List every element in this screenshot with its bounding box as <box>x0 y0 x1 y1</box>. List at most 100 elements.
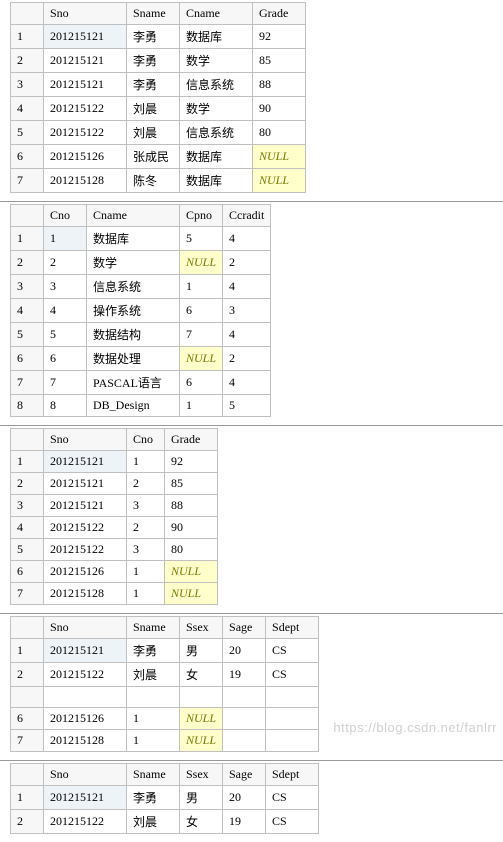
cell[interactable] <box>127 687 180 708</box>
cell[interactable]: 88 <box>253 73 306 97</box>
cell[interactable]: 7 <box>180 323 223 347</box>
cell[interactable]: 1 <box>180 275 223 299</box>
col-header[interactable]: Sname <box>127 764 180 786</box>
row-number[interactable]: 3 <box>11 73 44 97</box>
cell[interactable]: NULL <box>180 251 223 275</box>
cell[interactable]: NULL <box>253 145 306 169</box>
col-header[interactable]: Cno <box>44 205 87 227</box>
cell[interactable]: 李勇 <box>127 639 180 663</box>
col-header[interactable]: Cpno <box>180 205 223 227</box>
cell[interactable]: 2 <box>223 251 271 275</box>
row-number[interactable]: 3 <box>11 275 44 299</box>
row-number[interactable]: 6 <box>11 708 44 730</box>
row-number[interactable]: 6 <box>11 145 44 169</box>
cell[interactable]: 数学 <box>87 251 180 275</box>
cell[interactable]: 3 <box>127 495 165 517</box>
cell[interactable]: 88 <box>165 495 218 517</box>
cell[interactable]: 刘晨 <box>127 663 180 687</box>
cell[interactable]: NULL <box>180 347 223 371</box>
cell[interactable]: 201215121 <box>44 473 127 495</box>
cell[interactable]: 信息系统 <box>180 73 253 97</box>
cell[interactable]: 201215122 <box>44 663 127 687</box>
cell[interactable]: 2 <box>223 347 271 371</box>
cell[interactable]: 男 <box>180 786 223 810</box>
col-header[interactable]: Cname <box>180 3 253 25</box>
cell[interactable]: NULL <box>253 169 306 193</box>
cell[interactable] <box>223 708 266 730</box>
col-header[interactable]: Sname <box>127 617 180 639</box>
cell[interactable]: 1 <box>127 451 165 473</box>
cell[interactable]: 刘晨 <box>127 121 180 145</box>
cell[interactable]: CS <box>266 810 319 834</box>
row-number[interactable]: 1 <box>11 786 44 810</box>
col-header[interactable]: Sname <box>127 3 180 25</box>
cell[interactable] <box>223 687 266 708</box>
cell[interactable]: 6 <box>180 371 223 395</box>
row-number[interactable]: 8 <box>11 395 44 417</box>
cell[interactable]: 201215122 <box>44 97 127 121</box>
cell[interactable]: 1 <box>127 561 165 583</box>
cell[interactable]: 201215121 <box>44 451 127 473</box>
cell[interactable]: 数据处理 <box>87 347 180 371</box>
col-header[interactable]: Ccradit <box>223 205 271 227</box>
row-number[interactable]: 7 <box>11 371 44 395</box>
cell[interactable]: CS <box>266 786 319 810</box>
cell[interactable]: 201215128 <box>44 169 127 193</box>
cell[interactable] <box>180 687 223 708</box>
cell[interactable]: 85 <box>165 473 218 495</box>
cell[interactable]: 6 <box>44 347 87 371</box>
col-header[interactable]: Sno <box>44 617 127 639</box>
cell[interactable]: 20 <box>223 639 266 663</box>
col-header[interactable]: Sdept <box>266 617 319 639</box>
cell[interactable] <box>266 687 319 708</box>
row-number[interactable]: 2 <box>11 49 44 73</box>
cell[interactable]: 85 <box>253 49 306 73</box>
col-header[interactable]: Sage <box>223 617 266 639</box>
cell[interactable]: 201215122 <box>44 810 127 834</box>
row-number[interactable]: 7 <box>11 583 44 605</box>
cell[interactable]: 李勇 <box>127 49 180 73</box>
cell[interactable]: 数学 <box>180 97 253 121</box>
cell[interactable]: 李勇 <box>127 73 180 97</box>
cell[interactable]: 6 <box>180 299 223 323</box>
cell[interactable]: 201215121 <box>44 495 127 517</box>
row-number[interactable]: 1 <box>11 639 44 663</box>
cell[interactable]: NULL <box>165 561 218 583</box>
cell[interactable]: 女 <box>180 663 223 687</box>
cell[interactable]: 201215126 <box>44 145 127 169</box>
col-header[interactable]: Sno <box>44 429 127 451</box>
cell[interactable]: 201215126 <box>44 561 127 583</box>
row-number[interactable]: 2 <box>11 663 44 687</box>
col-header[interactable]: Ssex <box>180 617 223 639</box>
cell[interactable]: 1 <box>180 395 223 417</box>
row-number[interactable]: 5 <box>11 539 44 561</box>
cell[interactable]: CS <box>266 639 319 663</box>
cell[interactable]: 信息系统 <box>87 275 180 299</box>
cell[interactable]: 3 <box>127 539 165 561</box>
cell[interactable]: 7 <box>44 371 87 395</box>
cell[interactable]: 201215126 <box>44 708 127 730</box>
cell[interactable]: 5 <box>180 227 223 251</box>
col-header[interactable]: Sdept <box>266 764 319 786</box>
cell[interactable]: 90 <box>253 97 306 121</box>
col-header[interactable]: Sage <box>223 764 266 786</box>
cell[interactable]: 19 <box>223 810 266 834</box>
cell[interactable]: 80 <box>165 539 218 561</box>
col-header[interactable]: Sno <box>44 764 127 786</box>
cell[interactable]: 4 <box>223 323 271 347</box>
cell[interactable]: 92 <box>253 25 306 49</box>
cell[interactable]: 90 <box>165 517 218 539</box>
cell[interactable]: 80 <box>253 121 306 145</box>
col-header[interactable]: Grade <box>165 429 218 451</box>
cell[interactable]: 201215121 <box>44 639 127 663</box>
cell[interactable]: 2 <box>127 517 165 539</box>
col-header[interactable]: Grade <box>253 3 306 25</box>
cell[interactable]: 4 <box>223 371 271 395</box>
cell[interactable]: 19 <box>223 663 266 687</box>
cell[interactable]: 1 <box>127 708 180 730</box>
row-number[interactable]: 6 <box>11 347 44 371</box>
cell[interactable]: 92 <box>165 451 218 473</box>
cell[interactable]: 4 <box>44 299 87 323</box>
cell[interactable] <box>44 687 127 708</box>
row-number[interactable]: 4 <box>11 299 44 323</box>
